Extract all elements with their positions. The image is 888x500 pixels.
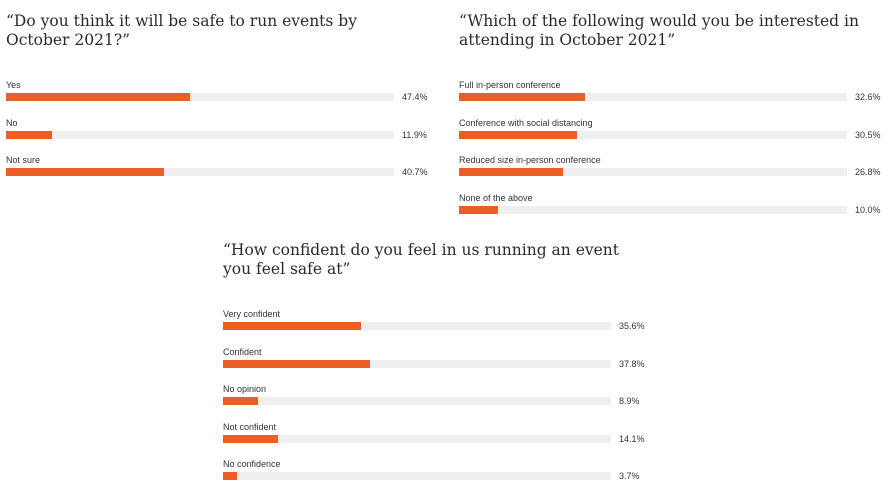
bar-label: Not sure bbox=[6, 155, 41, 165]
bar-row: No opinion 8.9% bbox=[223, 384, 659, 414]
bar-row: No confidence 3.7% bbox=[223, 459, 659, 489]
bar-value-label: 26.8% bbox=[855, 167, 881, 177]
bar-row: No 11.9% bbox=[6, 118, 442, 148]
bar bbox=[6, 168, 164, 176]
bar-value-label: 10.0% bbox=[855, 204, 881, 215]
bar-row: Full in-person conference 32.6% bbox=[459, 80, 888, 110]
bar bbox=[223, 472, 238, 480]
bar-label: No bbox=[6, 117, 18, 128]
bar bbox=[459, 205, 498, 214]
bar bbox=[223, 397, 258, 405]
bar bbox=[223, 434, 278, 443]
bar-label: No confidence bbox=[223, 459, 281, 469]
bar-row: Very confident 35.6% bbox=[223, 309, 659, 339]
bar-label: Very confident bbox=[223, 309, 281, 319]
bar-track bbox=[223, 397, 611, 405]
bar-row: Not sure 40.7% bbox=[6, 155, 442, 185]
bar-label: Yes bbox=[6, 80, 21, 90]
bar-label: Reduced size in-person conference bbox=[459, 155, 601, 165]
bar-track bbox=[223, 359, 611, 368]
chart-interest-attending: “Which of the following would you be int… bbox=[459, 12, 884, 215]
bar-value-label: 35.6% bbox=[619, 321, 645, 331]
bar-value-label: 30.5% bbox=[855, 129, 881, 140]
bar bbox=[459, 93, 586, 101]
bar-value-label: 3.7% bbox=[619, 471, 640, 481]
chart-confidence: “How confident do you feel in us running… bbox=[223, 241, 663, 481]
bar bbox=[6, 93, 190, 101]
bar-value-label: 32.6% bbox=[855, 92, 881, 102]
bar-value-label: 8.9% bbox=[619, 396, 640, 406]
bar-track bbox=[459, 93, 847, 101]
bar-track bbox=[6, 93, 394, 101]
bar-value-label: 14.1% bbox=[619, 433, 645, 444]
chart-title: “Which of the following would you be int… bbox=[459, 12, 859, 49]
bar-value-label: 40.7% bbox=[402, 167, 428, 177]
bar-value-label: 47.4% bbox=[402, 92, 428, 102]
bar bbox=[459, 130, 578, 139]
bar-track bbox=[223, 472, 611, 480]
bar-row: Not confident 14.1% bbox=[223, 422, 659, 452]
bar-label: Full in-person conference bbox=[459, 80, 561, 90]
bar-label: Conference with social distancing bbox=[459, 117, 593, 128]
bar-row: Reduced size in-person conference 26.8% bbox=[459, 155, 888, 185]
bar bbox=[223, 322, 362, 330]
bar-value-label: 11.9% bbox=[402, 129, 427, 140]
bar-row: Confident 37.8% bbox=[223, 347, 659, 377]
bar-track bbox=[459, 205, 847, 214]
bar-label: No opinion bbox=[223, 384, 267, 394]
bar-track bbox=[223, 322, 611, 330]
bar-row: Conference with social distancing 30.5% bbox=[459, 118, 888, 148]
bar-track bbox=[459, 130, 847, 139]
bar-track bbox=[6, 168, 394, 176]
bar-value-label: 37.8% bbox=[619, 358, 645, 369]
bar bbox=[6, 130, 53, 139]
bar-label: Not confident bbox=[223, 421, 277, 432]
chart-title: “Do you think it will be safe to run eve… bbox=[6, 12, 357, 49]
bar-track bbox=[223, 434, 611, 443]
bar-label: Confident bbox=[223, 346, 262, 357]
bar-row: Yes 47.4% bbox=[6, 80, 442, 110]
bar-row: None of the above 10.0% bbox=[459, 193, 888, 223]
bar bbox=[223, 359, 370, 368]
bar-track bbox=[459, 168, 847, 176]
bar-track bbox=[6, 130, 394, 139]
bar bbox=[459, 168, 563, 176]
chart-safe-events: “Do you think it will be safe to run eve… bbox=[6, 12, 436, 177]
chart-title: “How confident do you feel in us running… bbox=[223, 241, 620, 278]
bar-label: None of the above bbox=[459, 192, 533, 203]
